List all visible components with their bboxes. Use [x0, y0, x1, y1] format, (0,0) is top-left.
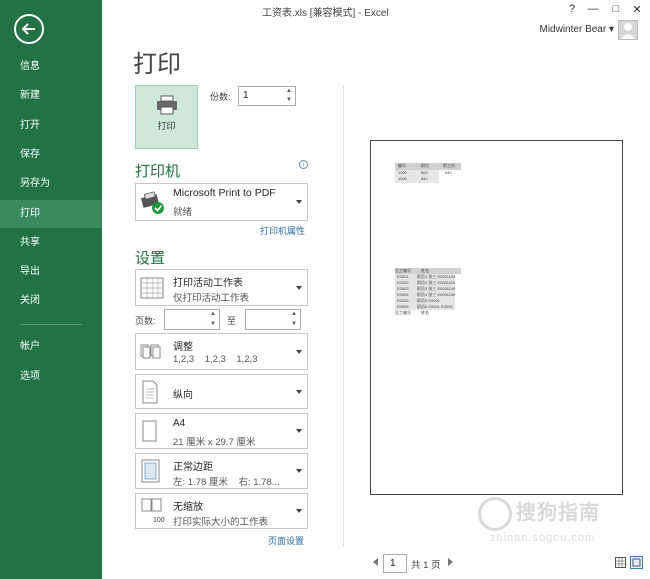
- print-scope-sub: 仅打印活动工作表: [173, 293, 250, 304]
- spin-up-icon[interactable]: ▲: [289, 310, 299, 319]
- minimize-button[interactable]: —: [585, 3, 601, 15]
- title-bar: 工资表.xls [兼容模式] - Excel ? — □ ✕: [102, 0, 650, 22]
- margins-icon: [140, 459, 162, 486]
- spin-down-icon[interactable]: ▼: [289, 320, 299, 329]
- printer-ready-icon: [140, 190, 166, 219]
- back-arrow-icon[interactable]: [14, 14, 44, 44]
- preview-cell: 姓名: [421, 310, 429, 315]
- preview-cell: 编号: [398, 163, 406, 168]
- sidebar-item-save[interactable]: 保存: [0, 142, 102, 168]
- paper-size-main: A4: [173, 418, 186, 429]
- zoom-to-page-icon[interactable]: [630, 556, 643, 569]
- backstage-sidebar: 信息 新建 打开 保存 另存为 打印 共享 导出 关闭 帐户 选项: [0, 0, 102, 579]
- print-scope-select[interactable]: 打印活动工作表 仅打印活动工作表: [135, 269, 308, 306]
- print-button[interactable]: 打印: [135, 85, 198, 149]
- chevron-down-icon: [296, 200, 302, 204]
- previous-page-icon[interactable]: [373, 558, 378, 566]
- orientation-select[interactable]: 纵向: [135, 374, 308, 409]
- copies-label: 份数:: [210, 92, 231, 102]
- watermark-text: 搜狗指南: [516, 502, 600, 524]
- copies-stepper[interactable]: 1 ▲ ▼: [238, 86, 296, 106]
- sidebar-divider: [20, 324, 82, 325]
- orientation-main: 纵向: [173, 390, 193, 401]
- scaling-100-icon: 100: [140, 498, 166, 529]
- avatar[interactable]: [618, 20, 638, 40]
- page-setup-link[interactable]: 页面设置: [268, 534, 304, 547]
- close-button[interactable]: ✕: [629, 3, 645, 16]
- chevron-down-icon: [296, 389, 302, 394]
- watermark-url: zhinan.sogou.com: [490, 532, 596, 544]
- window-title: 工资表.xls [兼容模式] - Excel: [262, 8, 389, 19]
- preview-cell: 职工所: [443, 163, 455, 168]
- printer-select[interactable]: Microsoft Print to PDF 就绪: [135, 183, 308, 221]
- spin-up-icon[interactable]: ▲: [208, 310, 218, 319]
- svg-text:100: 100: [153, 517, 165, 524]
- to-label: 至: [227, 316, 237, 326]
- preview-cell: 1000: [398, 176, 407, 181]
- sidebar-item-share[interactable]: 共享: [0, 230, 102, 256]
- printer-properties-link[interactable]: 打印机属性: [260, 224, 305, 237]
- spin-down-icon[interactable]: ▼: [284, 96, 294, 105]
- preview-cell: 员工编号: [395, 310, 411, 315]
- copies-value: 1: [243, 90, 249, 101]
- margins-sub: 左: 1.78 厘米 右: 1.78...: [173, 477, 280, 488]
- collated-pages-icon: [140, 340, 166, 367]
- page-number-value: 1: [390, 558, 396, 569]
- collate-sub: 1,2,3 1,2,3 1,2,3: [173, 354, 258, 365]
- restore-button[interactable]: □: [608, 3, 624, 15]
- next-page-icon[interactable]: [448, 558, 453, 566]
- print-preview-page: 编号 职位 职工所 1000 800 640 1000 840 员工编号 姓名 …: [370, 140, 623, 495]
- printer-status: 就绪: [173, 207, 193, 218]
- printer-name: Microsoft Print to PDF: [173, 187, 276, 199]
- paper-size-select[interactable]: A4 21 厘米 x 29.7 厘米: [135, 413, 308, 449]
- sidebar-item-open[interactable]: 打开: [0, 113, 102, 139]
- sidebar-item-export[interactable]: 导出: [0, 259, 102, 285]
- portrait-page-icon: [140, 380, 160, 407]
- show-margins-icon[interactable]: [615, 557, 626, 568]
- info-icon[interactable]: i: [299, 160, 308, 169]
- sheet-grid-icon: [140, 276, 164, 303]
- chevron-down-icon: [296, 509, 302, 513]
- collate-select[interactable]: 调整 1,2,3 1,2,3 1,2,3: [135, 333, 308, 370]
- pane-divider: [343, 86, 344, 546]
- margins-main: 正常边距: [173, 462, 213, 473]
- scaling-sub: 打印实际大小的工作表: [173, 517, 269, 528]
- sidebar-item-account[interactable]: 帐户: [0, 334, 102, 360]
- margins-select[interactable]: 正常边距 左: 1.78 厘米 右: 1.78...: [135, 453, 308, 489]
- chevron-down-icon: [296, 429, 302, 433]
- chevron-down-icon: [296, 285, 302, 290]
- preview-cell: 职位: [421, 163, 429, 168]
- preview-cell: 840: [421, 176, 428, 181]
- sidebar-item-close[interactable]: 关闭: [0, 288, 102, 314]
- sidebar-item-print[interactable]: 打印: [0, 200, 102, 228]
- sidebar-item-info[interactable]: 信息: [0, 54, 102, 80]
- printer-heading: 打印机: [135, 163, 181, 180]
- account-name[interactable]: Midwinter Bear ▾: [540, 24, 615, 35]
- print-scope-main: 打印活动工作表: [173, 278, 243, 289]
- paper-size-sub: 21 厘米 x 29.7 厘米: [173, 437, 256, 448]
- spin-down-icon[interactable]: ▼: [208, 320, 218, 329]
- scaling-select[interactable]: 100 无缩放 打印实际大小的工作表: [135, 493, 308, 529]
- help-button[interactable]: ?: [564, 3, 580, 15]
- settings-heading: 设置: [135, 250, 166, 267]
- preview-cell: 640: [445, 170, 452, 175]
- paper-icon: [140, 419, 160, 446]
- page-title: 打印: [133, 51, 181, 78]
- sidebar-item-options[interactable]: 选项: [0, 364, 102, 390]
- print-button-label: 打印: [157, 121, 176, 131]
- watermark-logo: 搜狗指南: [478, 496, 600, 531]
- chevron-down-icon: [296, 349, 302, 354]
- page-number-input[interactable]: 1: [383, 554, 407, 573]
- scaling-main: 无缩放: [173, 502, 203, 513]
- spin-up-icon[interactable]: ▲: [284, 87, 294, 96]
- printer-icon: [156, 95, 178, 118]
- pages-label: 页数:: [135, 316, 156, 326]
- page-to-input[interactable]: ▲ ▼: [245, 309, 301, 330]
- page-from-input[interactable]: ▲ ▼: [164, 309, 220, 330]
- sidebar-item-save-as[interactable]: 另存为: [0, 171, 102, 197]
- page-total: 共 1 页: [411, 560, 441, 571]
- collate-main: 调整: [173, 342, 193, 353]
- sidebar-item-new[interactable]: 新建: [0, 83, 102, 109]
- chevron-down-icon: [296, 469, 302, 473]
